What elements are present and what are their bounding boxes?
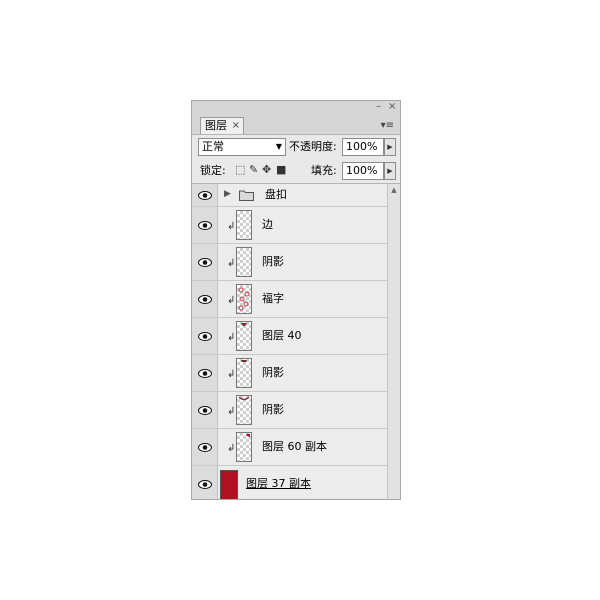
layer-thumbnail [236,432,252,462]
layer-row[interactable]: ↲ 阴影 [192,392,387,429]
layer-options: 正常 ▼ 不透明度: 100% ▶ 锁定: ⬚ ✎ ✥ ■ 填充: 100% ▶ [192,134,400,184]
blend-mode-select[interactable]: 正常 ▼ [198,138,286,156]
eye-icon[interactable] [198,443,212,452]
layer-thumbnail [236,321,252,351]
lock-position-icon[interactable]: ✥ [262,164,271,176]
clipping-arrow-icon: ↲ [227,221,236,232]
red-fill-thumbnail [220,470,238,499]
panel-title-bar: – × [192,101,400,115]
shadow-mark-graphic [238,396,250,401]
red-mark-graphic [246,434,250,437]
eye-icon[interactable] [198,332,212,341]
opacity-label: 不透明度: [289,140,337,153]
tab-close-icon[interactable]: × [232,118,240,134]
lock-label: 锁定: [200,164,226,177]
layer-row[interactable]: 图层 37 副本 [192,466,387,499]
panel-menu-icon[interactable]: ▾≡ [381,121,394,131]
layer-name: 盘扣 [265,188,287,201]
layer-thumbnail [236,395,252,425]
lock-all-icon[interactable]: ■ [276,164,286,176]
layer-name: 边 [262,218,273,231]
layer-thumbnail [236,358,252,388]
layer-name: 阴影 [262,255,284,268]
panel-tab-row: 图层 × ▾≡ [192,115,400,134]
fu-pattern-graphic [238,287,250,311]
clipping-arrow-icon: ↲ [227,443,236,454]
layer-row[interactable]: ↲ 阴影 [192,244,387,281]
fill-label: 填充: [311,164,337,177]
eye-icon[interactable] [198,295,212,304]
layer-row[interactable]: ↲ 图层 60 副本 [192,429,387,466]
expand-triangle-icon[interactable]: ▶ [224,189,231,199]
fill-input[interactable]: 100% [342,162,384,180]
clipping-arrow-icon: ↲ [227,258,236,269]
eye-icon[interactable] [198,369,212,378]
layer-name: 图层 40 [262,329,302,342]
layer-name: 阴影 [262,366,284,379]
eye-icon[interactable] [198,258,212,267]
layers-list: ▶ 盘扣 ↲ 边 ↲ 阴影 ↲ 福字 ↲ 图层 40 ↲ 阴影 ↲ 阴影 ↲ 图… [192,184,387,499]
scroll-up-icon[interactable]: ▲ [389,186,399,194]
clipping-arrow-icon: ↲ [227,406,236,417]
layer-name: 阴影 [262,403,284,416]
layers-panel: – × 图层 × ▾≡ 正常 ▼ 不透明度: 100% ▶ 锁定: ⬚ ✎ ✥ … [191,100,401,500]
tab-layers-label: 图层 [205,119,227,132]
layer-thumbnail [236,210,252,240]
lock-image-pixels-icon[interactable]: ✎ [249,164,258,176]
layer-row[interactable]: ↲ 边 [192,207,387,244]
fill-stepper[interactable]: ▶ [384,162,396,180]
layer-row[interactable]: ↲ 阴影 [192,355,387,392]
layer-row-group[interactable]: ▶ 盘扣 [192,184,387,207]
clipping-arrow-icon: ↲ [227,332,236,343]
layer-thumbnail [236,284,252,314]
folder-icon [239,190,254,201]
layer-name: 福字 [262,292,284,305]
dropdown-arrow-icon: ▼ [275,142,282,151]
eye-icon[interactable] [198,191,212,200]
opacity-input[interactable]: 100% [342,138,384,156]
tab-layers[interactable]: 图层 × [200,117,244,134]
layers-scrollbar[interactable]: ▲ [387,184,400,499]
layer-thumbnail [236,247,252,277]
lock-transparent-pixels-icon[interactable]: ⬚ [235,164,245,176]
eye-icon[interactable] [198,480,212,489]
eye-icon[interactable] [198,406,212,415]
opacity-stepper[interactable]: ▶ [384,138,396,156]
layer-row[interactable]: ↲ 图层 40 [192,318,387,355]
close-panel-button[interactable]: × [388,102,396,112]
clipping-arrow-icon: ↲ [227,295,236,306]
layer-name: 图层 37 副本 [246,477,311,490]
red-mark-graphic [241,323,247,326]
blend-mode-value: 正常 [202,140,224,153]
shadow-mark-graphic [241,360,247,362]
eye-icon[interactable] [198,221,212,230]
layer-name: 图层 60 副本 [262,440,327,453]
layer-row[interactable]: ↲ 福字 [192,281,387,318]
clipping-arrow-icon: ↲ [227,369,236,380]
minimize-button[interactable]: – [376,102,381,112]
